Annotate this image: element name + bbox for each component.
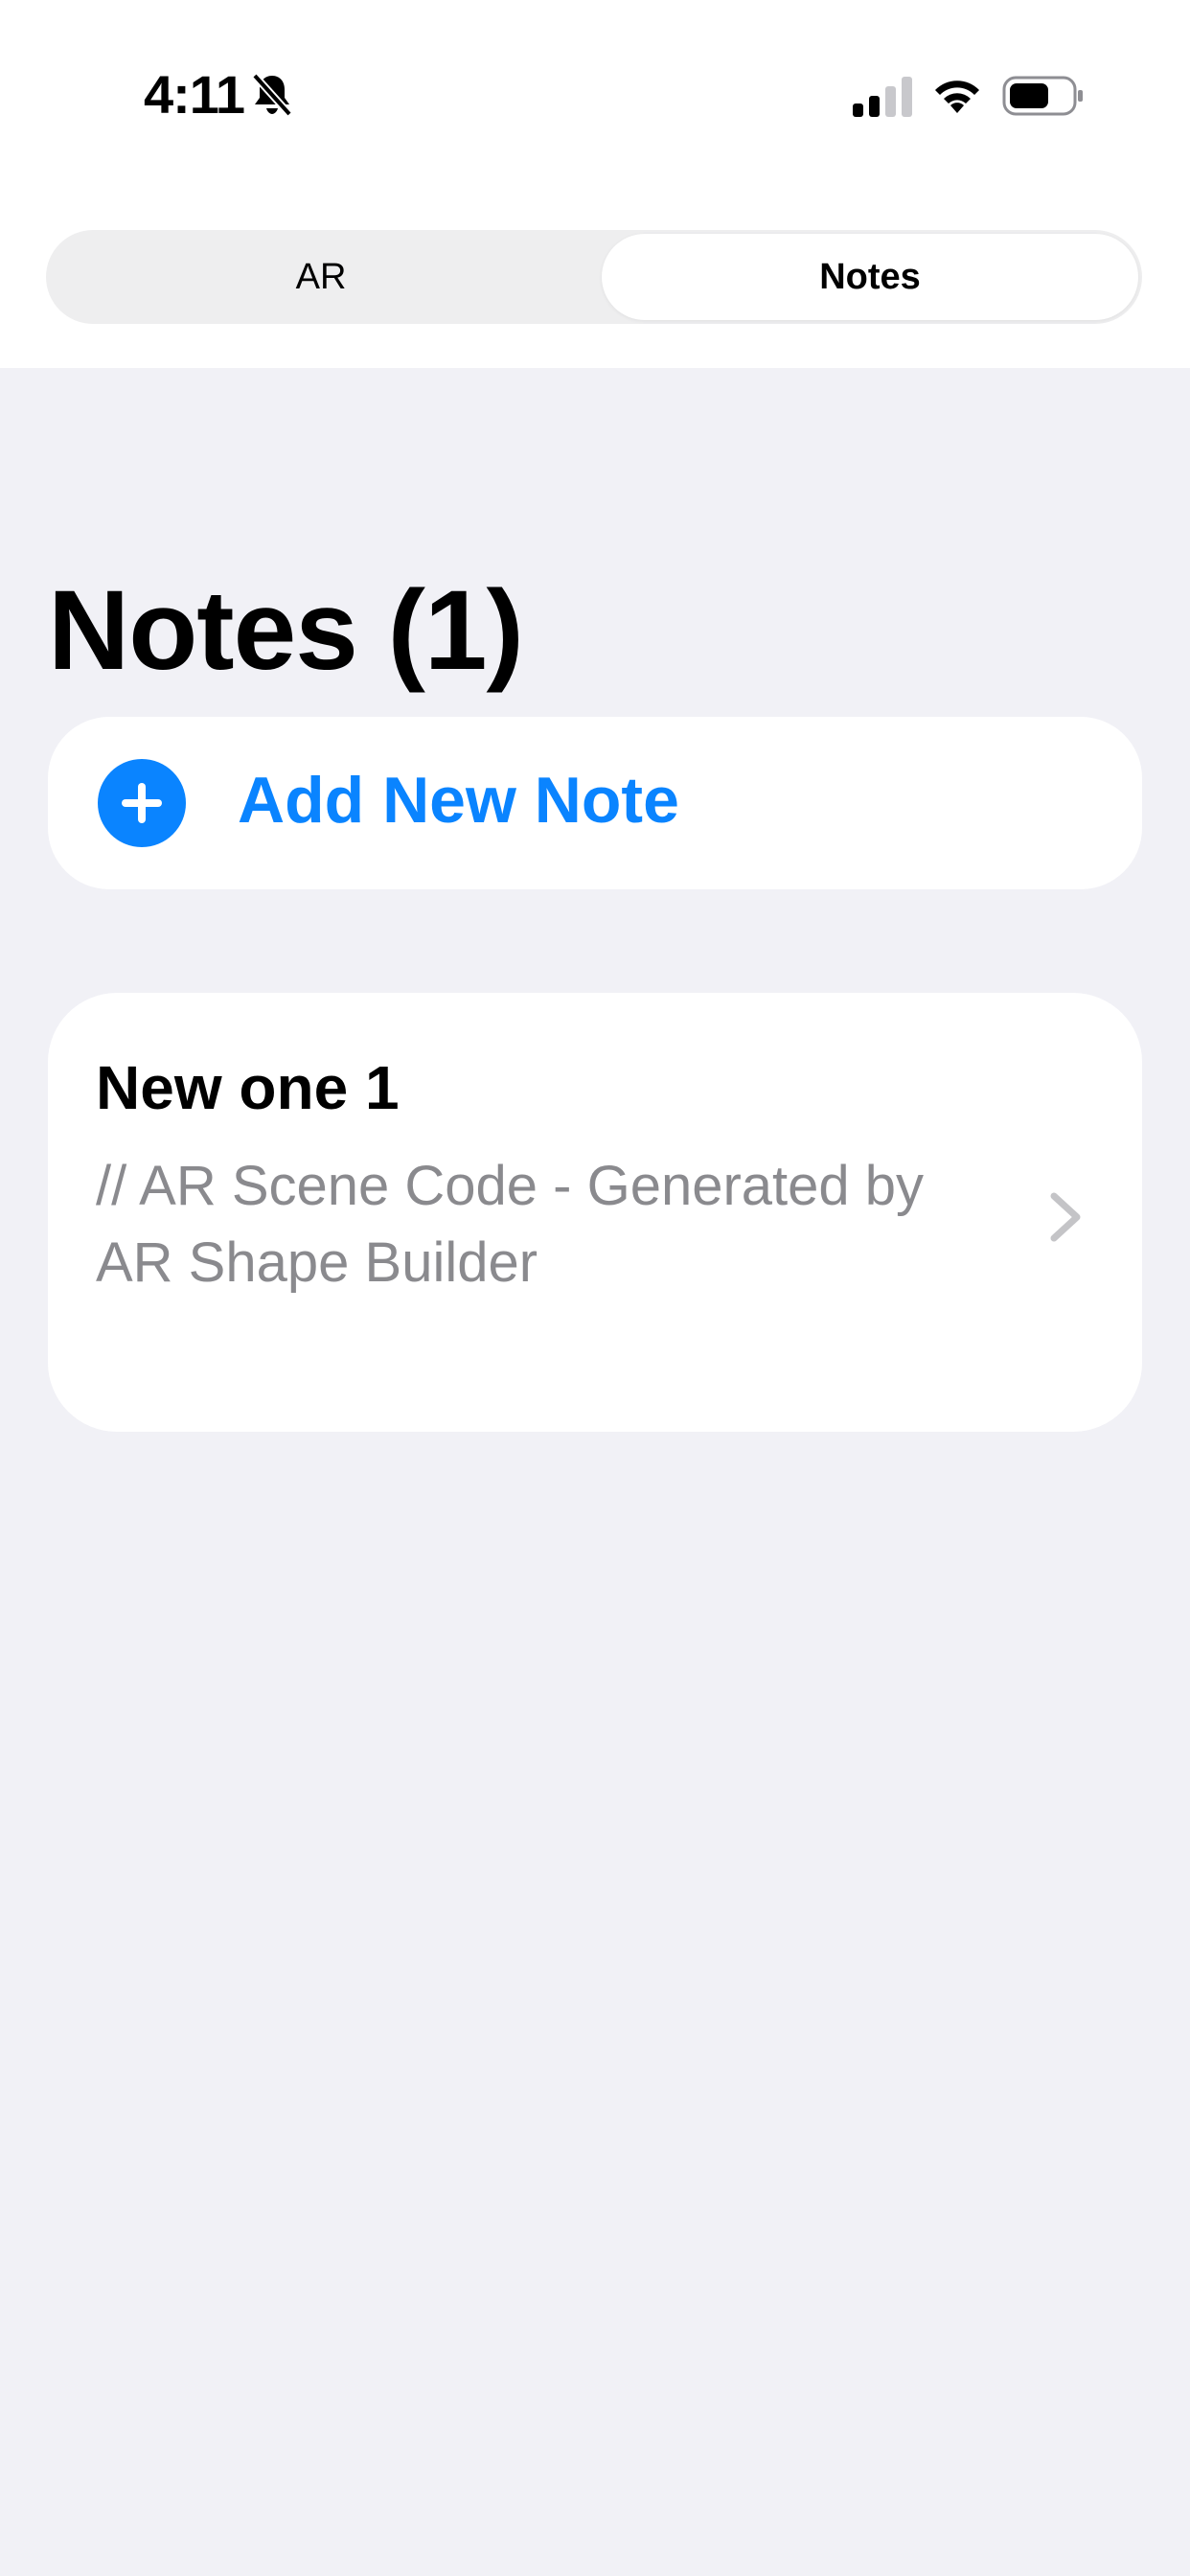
- chevron-right-icon: [1050, 1192, 1081, 1242]
- wifi-icon: [935, 80, 979, 113]
- add-new-note-label: Add New Note: [238, 764, 679, 837]
- tab-notes-label: Notes: [819, 256, 921, 297]
- status-time: 4:11: [144, 64, 245, 125]
- cellular-signal-icon: [853, 77, 912, 117]
- note-card[interactable]: New one 1 // AR Scene Code - Generated b…: [48, 993, 1142, 1432]
- tab-ar[interactable]: AR: [50, 234, 592, 320]
- bell-slash-icon: [252, 73, 292, 117]
- note-title: New one 1: [96, 1053, 400, 1122]
- battery-icon: [1002, 76, 1083, 116]
- plus-circle-icon: [98, 759, 186, 847]
- note-preview: // AR Scene Code - Generated by AR Shape…: [96, 1155, 925, 1294]
- page-title: Notes (1): [48, 567, 524, 694]
- add-new-note-button[interactable]: Add New Note: [48, 717, 1142, 889]
- tab-notes[interactable]: Notes: [602, 234, 1138, 320]
- tab-ar-label: AR: [295, 256, 347, 297]
- top-bar: 4:11 AR Notes: [0, 0, 1190, 368]
- segmented-control: AR Notes: [46, 230, 1142, 324]
